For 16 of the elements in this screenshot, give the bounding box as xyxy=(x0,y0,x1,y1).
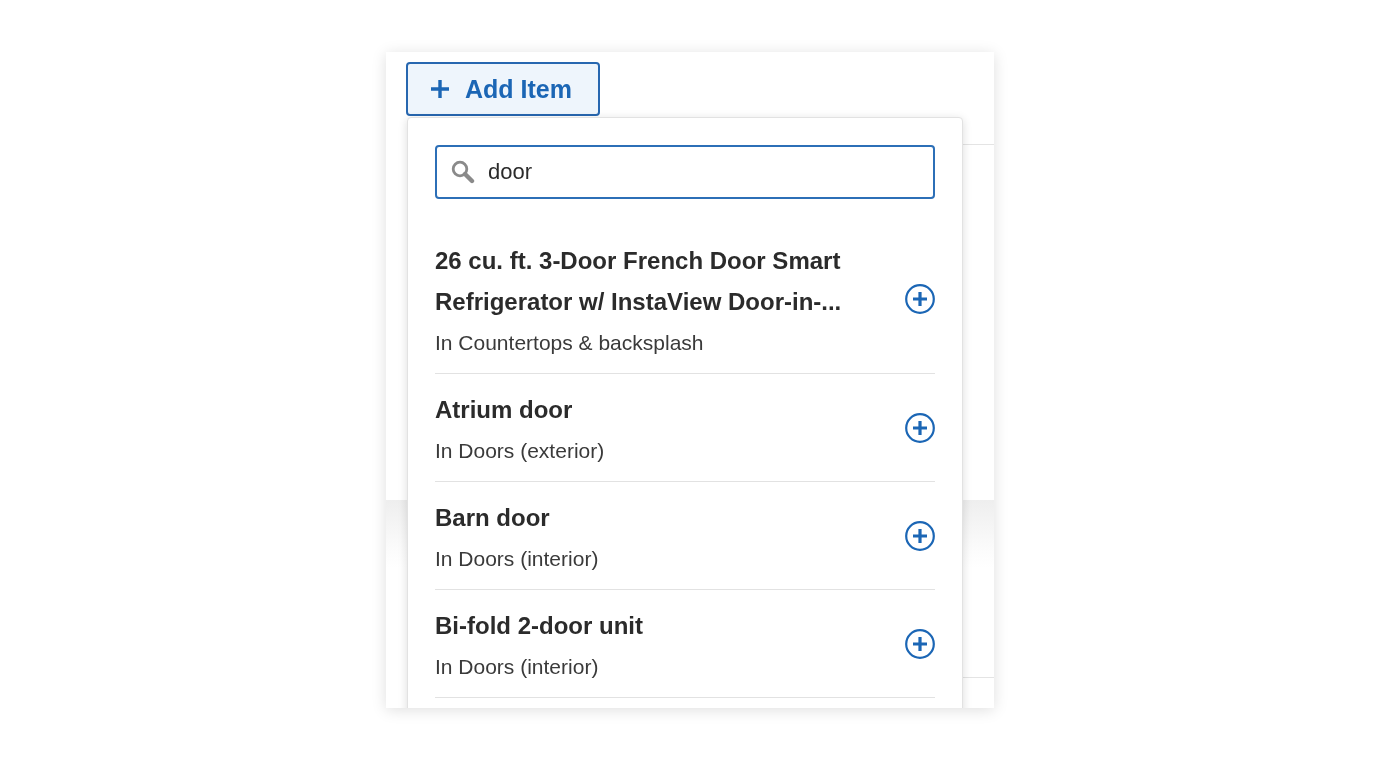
item-title: Bi-fold 2-door unit xyxy=(435,611,644,641)
plus-circle-icon[interactable] xyxy=(905,412,935,443)
item-category: In Doors (interior) xyxy=(435,546,600,572)
item-title: Barn door xyxy=(435,503,551,533)
plus-circle-icon[interactable] xyxy=(905,284,935,314)
search-field[interactable]: door xyxy=(435,145,935,199)
item-category: In Doors (interior) xyxy=(435,654,600,680)
plus-icon xyxy=(430,79,450,99)
add-item-button[interactable]: Add Item xyxy=(406,62,600,116)
item-category: In Doors (exterior) xyxy=(435,438,606,464)
item-title: 26 cu. ft. 3-Door French Door Smart Refrigerator w/ InstaView Door-in-... xyxy=(435,246,843,317)
item-category: In Countertops & backsplash xyxy=(435,330,705,356)
plus-circle-icon[interactable] xyxy=(905,520,935,551)
item-title: Atrium door xyxy=(435,395,574,425)
search-icon xyxy=(451,160,475,184)
plus-circle-icon[interactable] xyxy=(905,628,935,659)
